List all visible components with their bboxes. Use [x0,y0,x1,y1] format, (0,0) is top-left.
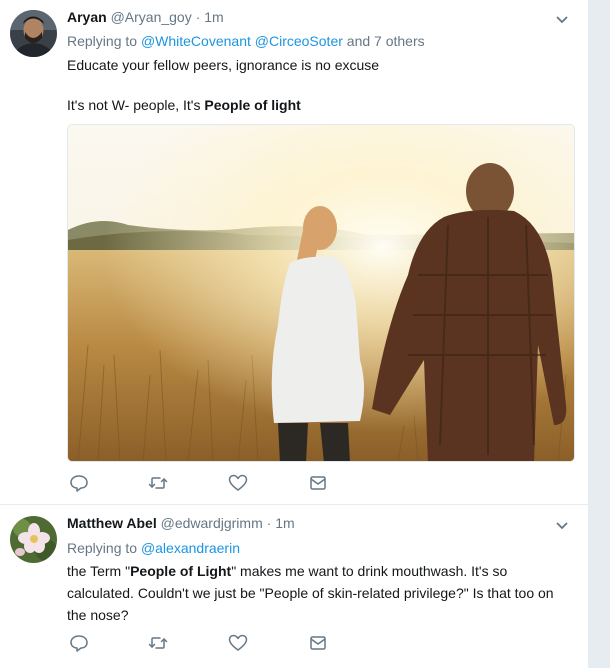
reply-icon[interactable] [69,473,89,493]
replying-to: Replying to @WhiteCovenant @CirceoSoter … [67,32,425,50]
retweet-icon[interactable] [148,473,168,493]
separator-dot: · [195,9,201,25]
scroll-gutter [588,0,610,668]
timestamp[interactable]: 1m [204,9,223,25]
others-count[interactable]: and 7 others [347,33,425,49]
timeline: Aryan @Aryan_goy · 1m Replying to @White… [0,0,588,668]
timestamp[interactable]: 1m [275,515,294,531]
tweet[interactable]: Matthew Abel @edwardjgrimm · 1m Replying… [0,505,588,668]
replying-to: Replying to @alexandraerin [67,539,240,557]
tweet-text-bold: People of Light [130,563,232,579]
envelope-icon[interactable] [308,473,328,493]
mention-link[interactable]: @WhiteCovenant [141,33,251,49]
tweet-text-line: Educate your fellow peers, ignorance is … [67,57,380,73]
tweet-text-bold: People of light [204,97,301,113]
mention-link[interactable]: @CirceoSoter [255,33,343,49]
tweet-text-plain: the Term " [67,563,131,579]
username[interactable]: @edwardjgrimm [161,515,263,531]
display-name[interactable]: Matthew Abel [67,515,157,531]
chevron-down-icon[interactable] [554,517,570,533]
chevron-down-icon[interactable] [554,11,570,27]
replying-to-label: Replying to [67,540,138,556]
reply-icon[interactable] [69,633,89,653]
username[interactable]: @Aryan_goy [111,9,192,25]
tweet[interactable]: Aryan @Aryan_goy · 1m Replying to @White… [0,0,588,505]
separator-dot: · [266,515,272,531]
display-name[interactable]: Aryan [67,9,107,25]
tweet-photo[interactable] [67,124,575,462]
envelope-icon[interactable] [308,633,328,653]
heart-icon[interactable] [228,633,248,653]
mention-link[interactable]: @alexandraerin [141,540,240,556]
replying-to-label: Replying to [67,33,138,49]
avatar[interactable] [10,10,57,57]
tweet-text: Educate your fellow peers, ignorance is … [67,54,572,116]
tweet-text: the Term "People of Light" makes me want… [67,560,567,626]
avatar[interactable] [10,516,57,563]
retweet-icon[interactable] [148,633,168,653]
tweet-text-plain: It's not W- people, It's [67,97,205,113]
tweet-header: Aryan @Aryan_goy · 1m [67,8,224,26]
tweet-header: Matthew Abel @edwardjgrimm · 1m [67,514,295,532]
tweet-text-line: It's not W- people, It's People of light [67,94,572,116]
heart-icon[interactable] [228,473,248,493]
